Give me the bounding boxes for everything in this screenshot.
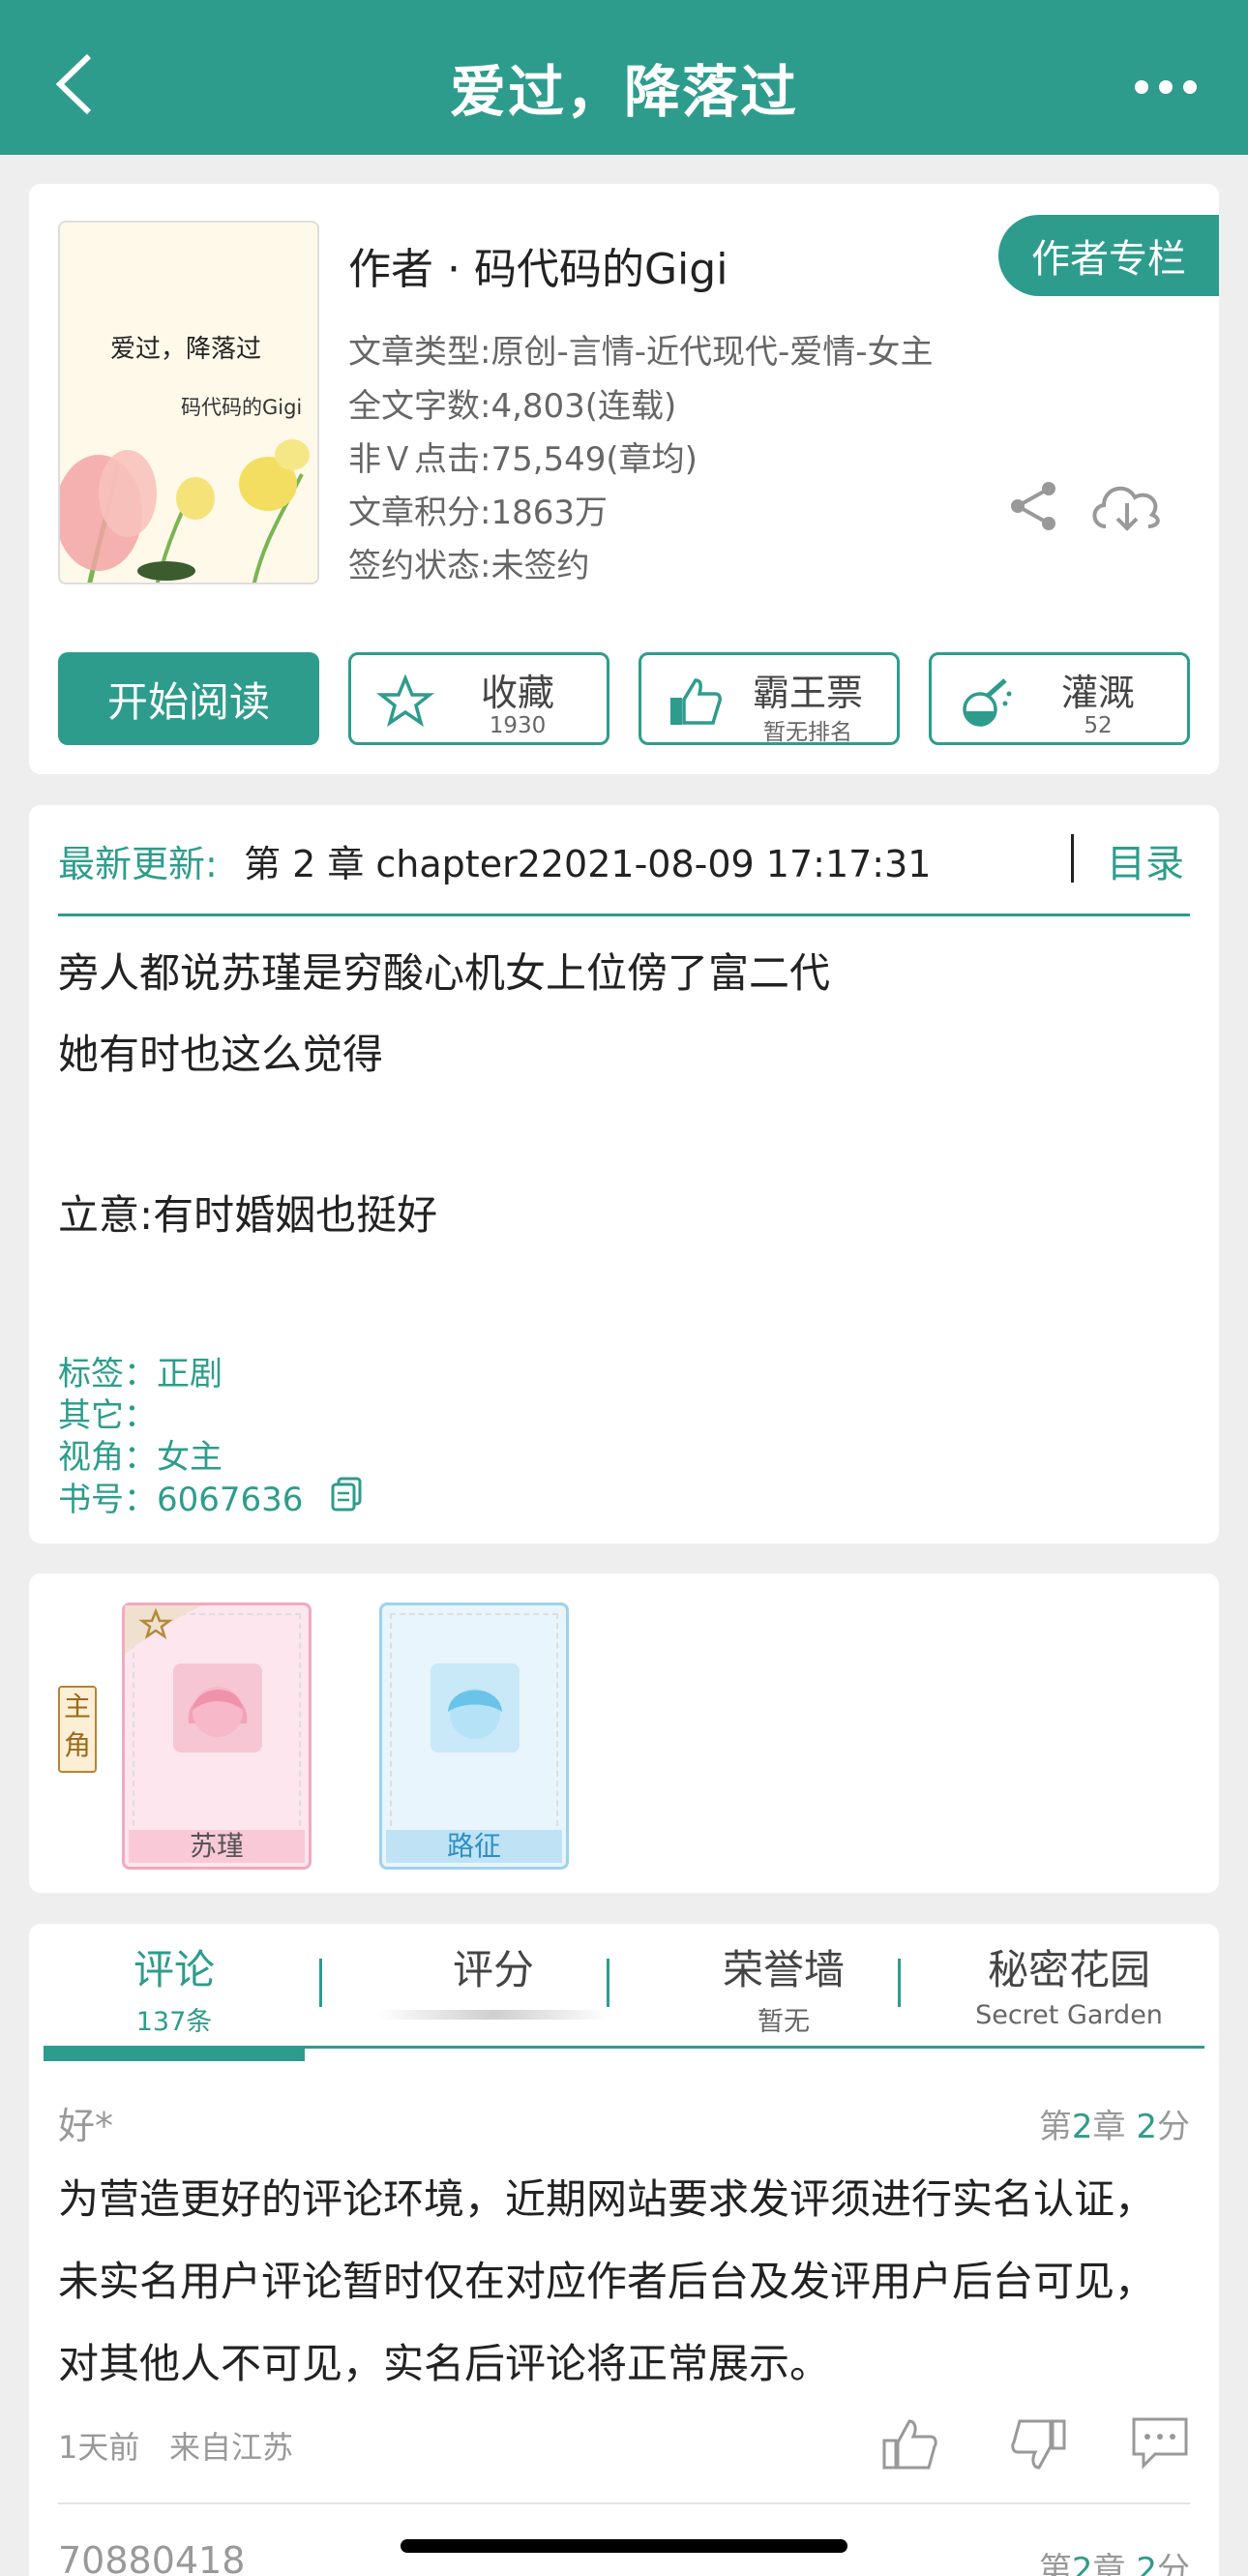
tab-secret-garden[interactable]: 秘密花园 Secret Garden (924, 1937, 1214, 2030)
author-name[interactable]: 作者 · 码代码的Gigi (348, 234, 728, 296)
divider (898, 1959, 901, 2007)
tab-rating-title: 评分 (452, 1946, 534, 1993)
chapter-prefix: 第 (1038, 2108, 1072, 2146)
like-icon[interactable] (880, 2417, 940, 2471)
comment-body: 为营造更好的评论环境，近期网站要求发评须进行实名认证，未实名用户评论暂时仅在对应… (58, 2175, 1156, 2387)
bawangpiao-rank: 暂无排名 (763, 720, 852, 745)
chapter-mid: 章 (1092, 2108, 1137, 2146)
chapter-number: 2 (1071, 2551, 1093, 2576)
tag-other: 其它： (58, 1396, 157, 1435)
bawangpiao-button[interactable]: 霸王票 暂无排名 (639, 652, 900, 745)
share-icon[interactable] (1006, 479, 1060, 533)
comments-card: 评论 137条 评分 荣誉墙 暂无 秘密花园 Secret Garden 好* … (29, 1924, 1219, 2576)
cover-author: 码代码的Gigi (181, 396, 303, 419)
male-avatar-icon (431, 1663, 520, 1752)
characters-card: 主角 苏瑾 路征 (29, 1573, 1219, 1893)
synopsis-card: 最新更新: 第 2 章 chapter22021-08-09 17:17:31 … (29, 805, 1219, 1543)
chapter-number: 2 (1071, 2108, 1093, 2146)
top-bar: 爱过，降落过 (0, 0, 1248, 155)
meta-sign-status: 签约状态:未签约 (348, 547, 590, 585)
download-cloud-icon[interactable] (1088, 474, 1166, 538)
collect-count: 1930 (489, 713, 547, 738)
divider (58, 914, 1190, 916)
copy-icon[interactable] (331, 1477, 364, 1512)
collect-label: 收藏 (480, 672, 554, 714)
tag-genre: 标签：正剧 (58, 1355, 223, 1393)
irrigate-count: 52 (1084, 713, 1113, 738)
divider (58, 2502, 1190, 2504)
more-icon[interactable] (1132, 77, 1200, 97)
meta-word-count: 全文字数:4,803(连载) (348, 387, 677, 426)
book-info-card: 爱过，降落过 码代码的Gigi 作者 · 码代码的Gigi 作者专栏 文章类型:… (29, 184, 1219, 774)
latest-update-label: 最新更新: (58, 843, 218, 885)
score-suffix: 分 (1157, 2108, 1190, 2146)
tab-comments-title: 评论 (133, 1946, 215, 1993)
comment-location: 来自江苏 (169, 2429, 294, 2466)
tab-rating[interactable]: 评分 (348, 1937, 639, 2020)
character-name: 路征 (386, 1830, 562, 1863)
character-card-male[interactable]: 路征 (379, 1603, 569, 1870)
reply-icon[interactable] (1130, 2415, 1190, 2470)
thumbs-up-icon (670, 678, 722, 725)
irrigate-label: 灌溉 (1060, 672, 1135, 714)
intro-line: 旁人都说苏瑾是穷酸心机女上位傍了富二代 (58, 949, 831, 997)
divider (1071, 834, 1074, 883)
tag-book-id: 书号：6067636 (58, 1481, 304, 1519)
protagonist-badge: 主角 (58, 1686, 97, 1773)
comment-time: 1天前 (58, 2429, 140, 2466)
home-indicator[interactable] (401, 2539, 847, 2553)
latest-update-chapter[interactable]: 第 2 章 chapter22021-08-09 17:17:31 (244, 834, 931, 887)
tag-perspective: 视角：女主 (58, 1438, 223, 1477)
score-number: 2 (1136, 2108, 1157, 2146)
cover-title: 爱过，降落过 (110, 335, 262, 364)
tab-comments-count: 137条 (135, 2007, 213, 2037)
tab-honor-title: 荣誉墙 (722, 1946, 845, 1993)
comment-username[interactable]: 好* (58, 2096, 113, 2149)
irrigate-button[interactable]: 灌溉 52 (929, 652, 1190, 745)
tab-honor-wall[interactable]: 荣誉墙 暂无 (639, 1937, 929, 2038)
character-card-female[interactable]: 苏瑾 (122, 1603, 312, 1870)
comment-username[interactable]: 70880418 (58, 2539, 245, 2576)
female-avatar-icon (173, 1663, 262, 1752)
star-icon (125, 1605, 202, 1654)
dislike-icon[interactable] (1008, 2417, 1068, 2471)
book-cover[interactable]: 爱过，降落过 码代码的Gigi (58, 221, 319, 584)
chapter-prefix: 第 (1038, 2551, 1072, 2576)
tab-garden-sub: Secret Garden (975, 2000, 1163, 2030)
meta-type: 文章类型:原创-言情-近代现代-爱情-女主 (348, 333, 934, 372)
comment-chapter-score: 第2章 2分 (1039, 2543, 1190, 2576)
divider (607, 1959, 609, 2007)
divider (319, 1959, 322, 2007)
bawangpiao-label: 霸王票 (752, 672, 863, 714)
comment-chapter-score: 第2章 2分 (1039, 2100, 1190, 2147)
score-number: 2 (1136, 2551, 1157, 2576)
page-title: 爱过，降落过 (449, 59, 798, 125)
chapter-mid: 章 (1092, 2551, 1137, 2576)
tab-garden-title: 秘密花园 (987, 1946, 1150, 1993)
character-name: 苏瑾 (129, 1830, 305, 1863)
active-tab-indicator (44, 2046, 305, 2061)
intro-theme: 立意:有时婚姻也挺好 (58, 1191, 438, 1239)
start-reading-button[interactable]: 开始阅读 (58, 652, 319, 745)
collect-button[interactable]: 收藏 1930 (348, 652, 609, 745)
rating-placeholder-bar (377, 2010, 609, 2020)
intro-line: 她有时也这么觉得 (58, 1031, 384, 1078)
star-icon (376, 674, 434, 728)
table-of-contents-link[interactable]: 目录 (1107, 832, 1184, 888)
tab-honor-sub: 暂无 (758, 2007, 810, 2037)
meta-score: 文章积分:1863万 (348, 494, 608, 532)
author-column-button[interactable]: 作者专栏 (998, 215, 1219, 296)
score-suffix: 分 (1157, 2551, 1190, 2576)
tab-comments[interactable]: 评论 137条 (77, 1937, 271, 2038)
meta-clicks: 非Ｖ点击:75,549(章均) (348, 440, 698, 479)
watering-flask-icon (963, 678, 1012, 727)
